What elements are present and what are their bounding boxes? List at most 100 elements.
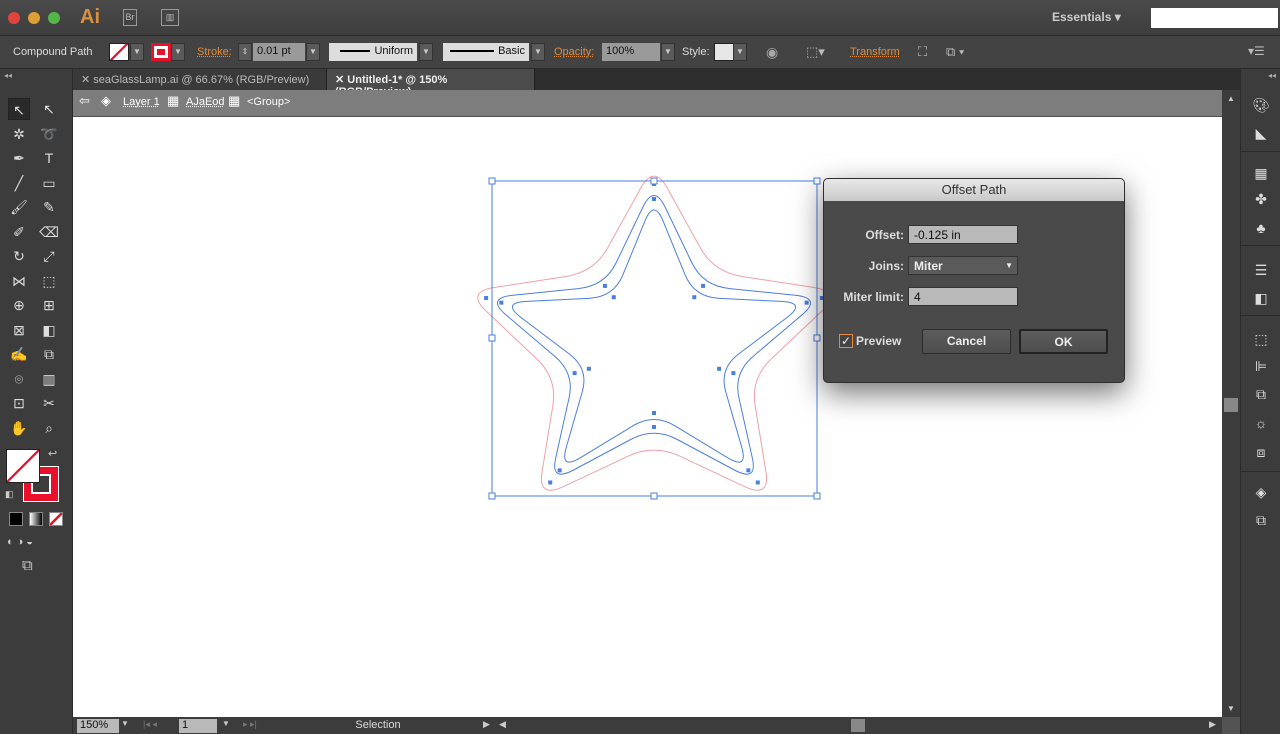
cancel-button[interactable]: Cancel [922, 329, 1011, 354]
scroll-right-icon[interactable]: ▶ [1209, 719, 1216, 730]
swap-colors-icon[interactable]: ↩ [48, 447, 57, 460]
stroke-stepper[interactable]: ⇕ [238, 43, 252, 61]
align-panel-icon[interactable]: ⊫ [1251, 356, 1271, 376]
anchor-point[interactable] [652, 425, 656, 429]
resize-handle[interactable] [650, 492, 658, 500]
resize-handle[interactable] [488, 177, 496, 185]
joins-select[interactable]: Miter ▼ [908, 256, 1018, 275]
bounding-box[interactable] [491, 180, 818, 497]
stroke-weight-input[interactable]: 0.01 pt [253, 43, 305, 61]
tab-seaglasslamp[interactable]: ✕ seaGlassLamp.ai @ 66.67% (RGB/Preview) [73, 69, 327, 90]
brush-dropdown[interactable]: ▼ [531, 43, 545, 61]
vertical-scrollbar[interactable]: ▲ ▼ [1222, 90, 1240, 717]
resize-handle[interactable] [488, 492, 496, 500]
help-search-input[interactable] [1151, 8, 1278, 28]
scroll-down-icon[interactable]: ▼ [1227, 704, 1235, 713]
magic-wand-tool-icon[interactable]: ✲ [8, 123, 30, 145]
anchor-point[interactable] [484, 296, 489, 301]
recolor-artwork-icon[interactable]: ◉ [766, 44, 778, 61]
offset-preview-path[interactable] [477, 175, 831, 491]
artboards-panel-icon[interactable]: ⧉ [1251, 510, 1271, 530]
none-mode-icon[interactable] [49, 512, 63, 526]
anchor-point[interactable] [692, 295, 697, 300]
zoom-tool-icon[interactable]: ⌕ [38, 417, 60, 439]
width-tool-icon[interactable]: ⋈ [8, 270, 30, 292]
variable-width-profile[interactable]: Uniform [329, 43, 417, 61]
anchor-point[interactable] [586, 366, 591, 371]
anchor-point[interactable] [731, 371, 736, 376]
resize-handle[interactable] [650, 177, 658, 185]
opacity-label[interactable]: Opacity: [554, 46, 594, 58]
shape-builder-tool-icon[interactable]: ⊕ [8, 294, 30, 316]
gradient-tool-icon[interactable]: ◧ [38, 319, 60, 341]
horizontal-scroll-thumb[interactable] [851, 719, 865, 732]
scale-tool-icon[interactable]: ⤢ [38, 245, 60, 267]
status-menu-arrow[interactable]: ▶ [483, 719, 490, 730]
color-mode-icon[interactable] [9, 512, 23, 526]
artboard-number-input[interactable]: 1 [179, 719, 217, 733]
default-colors-icon[interactable]: ◧ [5, 489, 14, 500]
zoom-level-input[interactable]: 150% [77, 719, 119, 733]
anchor-point[interactable] [755, 480, 760, 485]
last-artboard-button[interactable]: ▸ ▸| [243, 719, 257, 730]
blob-brush-tool-icon[interactable]: ✐ [8, 221, 30, 243]
stroke-label[interactable]: Stroke: [197, 46, 232, 58]
inner-star-path[interactable] [512, 209, 796, 463]
mesh-tool-icon[interactable]: ⊠ [8, 319, 30, 341]
back-arrow-icon[interactable]: ⇦ [79, 93, 90, 109]
fill-color-swatch[interactable] [6, 449, 40, 483]
line-tool-icon[interactable]: ╱ [8, 172, 30, 194]
brushes-icon[interactable]: ✤ [1251, 189, 1271, 209]
first-artboard-button[interactable]: |◂ ◂ [143, 719, 157, 730]
layers-panel-icon[interactable]: ◈ [1251, 482, 1271, 502]
breadcrumb-group[interactable]: <Group> [247, 96, 290, 108]
anchor-point[interactable] [572, 371, 577, 376]
appearance-icon[interactable]: ☼ [1251, 413, 1271, 433]
arrange-documents-icon[interactable]: ▥ [161, 9, 179, 26]
scroll-up-icon[interactable]: ▲ [1227, 94, 1235, 103]
perspective-grid-tool-icon[interactable]: ⊞ [38, 294, 60, 316]
lasso-tool-icon[interactable]: ➰ [38, 123, 60, 145]
pen-tool-icon[interactable]: ✒ [8, 147, 30, 169]
pathfinder-icon[interactable]: ⧉ [1251, 384, 1271, 404]
hand-tool-icon[interactable]: ✋ [8, 417, 30, 439]
color-guide-icon[interactable]: ◣ [1251, 123, 1271, 143]
symbols-icon[interactable]: ♣ [1251, 218, 1271, 238]
select-similar-icon[interactable]: ⧉ ▾ [946, 44, 964, 60]
rotate-tool-icon[interactable]: ↻ [8, 245, 30, 267]
anchor-point[interactable] [746, 468, 751, 473]
pencil-tool-icon[interactable]: ✎ [38, 196, 60, 218]
breadcrumb-object[interactable]: AJaEod [186, 96, 225, 108]
artboard-tool-icon[interactable]: ⊡ [8, 392, 30, 414]
opacity-input[interactable]: 100% [602, 43, 660, 61]
align-options-icon[interactable]: ⬚▾ [806, 44, 825, 60]
bridge-button[interactable]: Br [123, 9, 137, 26]
fill-dropdown[interactable]: ▼ [130, 43, 144, 61]
graphic-style-swatch[interactable] [714, 43, 734, 61]
free-transform-tool-icon[interactable]: ⬚ [38, 270, 60, 292]
anchor-point[interactable] [652, 197, 656, 201]
zoom-window-button[interactable] [48, 12, 60, 24]
transform-link[interactable]: Transform [850, 46, 900, 58]
rectangle-tool-icon[interactable]: ▭ [38, 172, 60, 194]
anchor-point[interactable] [652, 411, 656, 415]
scroll-thumb[interactable] [1224, 398, 1238, 412]
anchor-point[interactable] [804, 300, 809, 305]
panel-menu-icon[interactable]: ▾☰ [1248, 44, 1265, 58]
anchor-point[interactable] [717, 366, 722, 371]
opacity-dropdown[interactable]: ▼ [661, 43, 675, 61]
transform-panel-icon[interactable]: ⬚ [1251, 329, 1271, 349]
gradient-mode-icon[interactable] [29, 512, 43, 526]
gradient-panel-icon[interactable]: ◧ [1251, 288, 1271, 308]
profile-dropdown[interactable]: ▼ [419, 43, 433, 61]
collapse-icon[interactable]: ◂◂ [1268, 71, 1276, 80]
minimize-window-button[interactable] [28, 12, 40, 24]
anchor-point[interactable] [611, 295, 616, 300]
resize-handle[interactable] [813, 492, 821, 500]
scroll-left-icon[interactable]: ◀ [499, 719, 506, 730]
resize-handle[interactable] [813, 334, 821, 342]
drawing-modes-icon[interactable]: ◐◑◒ [7, 536, 36, 548]
screen-mode-icon[interactable]: ⧉ [22, 557, 33, 574]
zoom-dropdown[interactable]: ▼ [121, 719, 129, 728]
miter-limit-input[interactable]: 4 [908, 287, 1018, 306]
